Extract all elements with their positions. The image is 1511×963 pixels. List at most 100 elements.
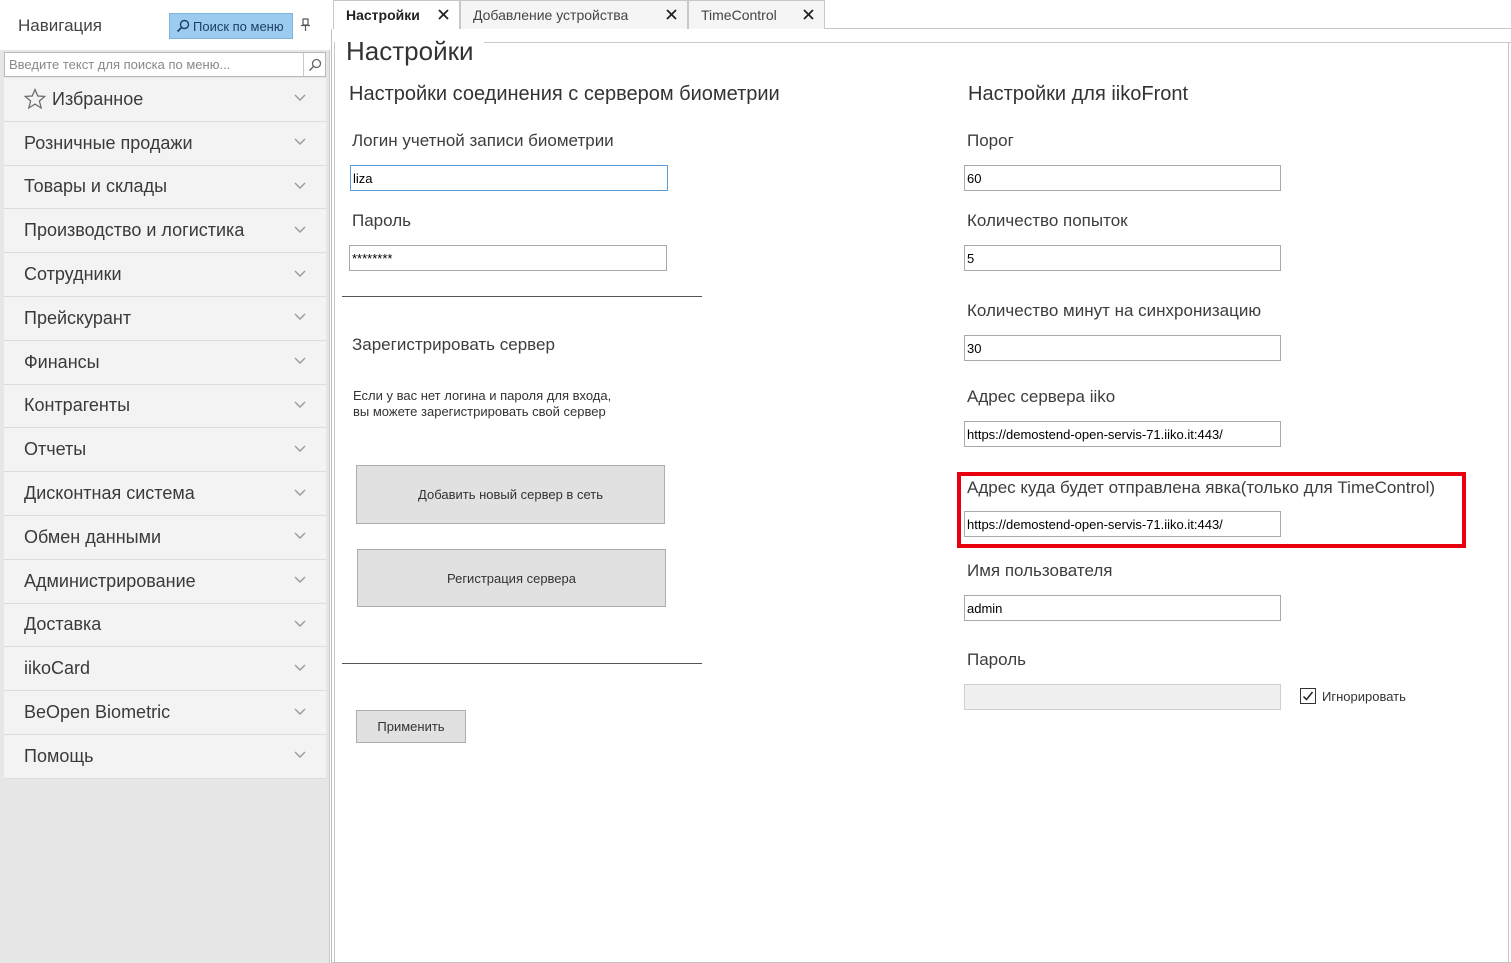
- sidebar-item-discount-system[interactable]: Дисконтная система: [4, 472, 326, 516]
- attendance-address-input[interactable]: [964, 511, 1281, 537]
- biometric-login-input[interactable]: [350, 165, 668, 191]
- page-title: Настройки: [346, 36, 474, 66]
- tab-add-device[interactable]: Добавление устройства: [460, 0, 688, 29]
- sidebar-item-label: Сотрудники: [24, 264, 122, 285]
- chevron-down-icon: [294, 138, 306, 146]
- menu-search-button[interactable]: Поиск по меню: [169, 13, 293, 39]
- sidebar-item-iikocard[interactable]: iikoCard: [4, 647, 326, 692]
- tab-label: TimeControl: [701, 7, 777, 23]
- navigation-header: Навигация Поиск по меню: [0, 0, 330, 50]
- iiko-server-label: Адрес сервера iiko: [967, 387, 1116, 406]
- sidebar-item-counterparties[interactable]: Контрагенты: [4, 384, 326, 429]
- tab-settings[interactable]: Настройки: [333, 0, 460, 29]
- sidebar-item-reports[interactable]: Отчеты: [4, 428, 326, 473]
- sidebar-item-employees[interactable]: Сотрудники: [4, 253, 326, 297]
- register-server-title: Зарегистрировать сервер: [352, 335, 555, 354]
- tab-label: Настройки: [346, 7, 420, 23]
- checkmark-icon: [1302, 691, 1314, 701]
- sidebar-item-help[interactable]: Помощь: [4, 734, 326, 779]
- sync-minutes-input[interactable]: [964, 335, 1281, 361]
- sidebar-item-administration[interactable]: Администрирование: [4, 559, 326, 604]
- add-server-button[interactable]: Добавить новый сервер в сеть: [356, 465, 665, 524]
- biometric-password-input[interactable]: [349, 245, 667, 271]
- sidebar-item-label: Помощь: [24, 745, 94, 766]
- chevron-down-icon: [294, 357, 306, 365]
- sidebar-item-label: Товары и склады: [24, 176, 168, 197]
- group-frame: [484, 42, 1511, 43]
- tab-timecontrol[interactable]: TimeControl: [688, 0, 825, 29]
- close-icon[interactable]: [803, 9, 814, 20]
- sidebar-item-data-exchange[interactable]: Обмен данными: [4, 515, 326, 560]
- chevron-down-icon: [294, 532, 306, 540]
- sidebar-item-label: Обмен данными: [24, 526, 162, 547]
- sidebar-item-label: Администрирование: [24, 570, 196, 591]
- username-input[interactable]: [964, 595, 1281, 621]
- chevron-down-icon: [294, 708, 306, 715]
- navigation-sidebar: Навигация Поиск по меню Из: [0, 0, 330, 963]
- close-icon[interactable]: [438, 9, 449, 20]
- threshold-label: Порог: [967, 131, 1014, 150]
- sidebar-item-finance[interactable]: Финансы: [4, 340, 326, 385]
- attempts-label: Количество попыток: [967, 211, 1128, 230]
- sidebar-item-label: Контрагенты: [24, 395, 131, 416]
- chevron-down-icon: [294, 313, 306, 321]
- iiko-password-label: Пароль: [967, 650, 1026, 669]
- biometric-password-label: Пароль: [352, 211, 411, 230]
- tab-strip: Настройки Добавление устройства TimeCont…: [333, 0, 825, 29]
- navigation-title: Навигация: [18, 16, 102, 35]
- sidebar-item-price-list[interactable]: Прейскурант: [4, 296, 326, 341]
- sidebar-item-label: Отчеты: [24, 439, 87, 460]
- iiko-password-input[interactable]: [964, 684, 1281, 710]
- register-server-button[interactable]: Регистрация сервера: [357, 549, 666, 607]
- chevron-down-icon: [294, 489, 306, 496]
- sidebar-item-label: Розничные продажи: [24, 132, 193, 153]
- chevron-down-icon: [294, 182, 306, 189]
- close-icon[interactable]: [666, 9, 677, 20]
- sidebar-item-delivery[interactable]: Доставка: [4, 603, 326, 648]
- attendance-address-label: Адрес куда будет отправлена явка(только …: [967, 478, 1436, 497]
- star-icon: [24, 88, 46, 110]
- chevron-down-icon: [294, 620, 306, 627]
- chevron-down-icon: [294, 445, 306, 452]
- menu-search-field: [4, 52, 326, 77]
- sidebar-item-label: Финансы: [24, 351, 100, 372]
- sidebar-item-label: iikoCard: [24, 658, 91, 679]
- chevron-down-icon: [294, 664, 306, 671]
- apply-button[interactable]: Применить: [356, 710, 466, 743]
- sidebar-item-retail-sales[interactable]: Розничные продажи: [4, 121, 326, 166]
- chevron-down-icon: [294, 226, 306, 233]
- sidebar-item-favorites[interactable]: Избранное: [4, 78, 326, 122]
- biometric-login-label: Логин учетной записи биометрии: [352, 131, 614, 150]
- iiko-server-input[interactable]: [964, 421, 1281, 447]
- pin-icon[interactable]: [300, 17, 312, 33]
- username-label: Имя пользователя: [967, 561, 1113, 580]
- search-icon[interactable]: [303, 53, 325, 76]
- menu-search-input[interactable]: [5, 53, 303, 76]
- sidebar-item-beopen-biometric[interactable]: BeOpen Biometric: [4, 691, 326, 735]
- threshold-input[interactable]: [964, 165, 1281, 191]
- group-frame: [1508, 42, 1509, 963]
- sync-minutes-label: Количество минут на синхронизацию: [967, 301, 1262, 320]
- tab-label: Добавление устройства: [473, 7, 629, 23]
- search-icon: [176, 19, 190, 33]
- sidebar-item-label: Дисконтная система: [24, 483, 195, 504]
- ignore-label: Игнорировать: [1322, 689, 1406, 704]
- chevron-down-icon: [294, 576, 306, 584]
- group-frame: [334, 42, 335, 963]
- sidebar-item-label: BeOpen Biometric: [24, 702, 171, 723]
- navigation-menu: Избранное Розничные продажи Товары и скл…: [4, 78, 326, 779]
- chevron-down-icon: [294, 270, 306, 277]
- divider: [342, 663, 702, 664]
- divider: [342, 296, 702, 297]
- sidebar-item-production-logistics[interactable]: Производство и логистика: [4, 209, 326, 254]
- iikofront-settings-title: Настройки для iikoFront: [968, 83, 1189, 105]
- chevron-down-icon: [294, 401, 306, 408]
- register-hint-line-2: вы можете зарегистрировать свой сервер: [353, 404, 606, 419]
- biometric-connection-title: Настройки соединения с сервером биометри…: [349, 83, 780, 105]
- chevron-down-icon: [294, 751, 306, 759]
- sidebar-item-goods-warehouses[interactable]: Товары и склады: [4, 165, 326, 210]
- sidebar-item-label: Доставка: [24, 614, 102, 635]
- attempts-input[interactable]: [964, 245, 1281, 271]
- sidebar-item-label: Прейскурант: [24, 307, 132, 328]
- ignore-checkbox[interactable]: [1300, 688, 1316, 704]
